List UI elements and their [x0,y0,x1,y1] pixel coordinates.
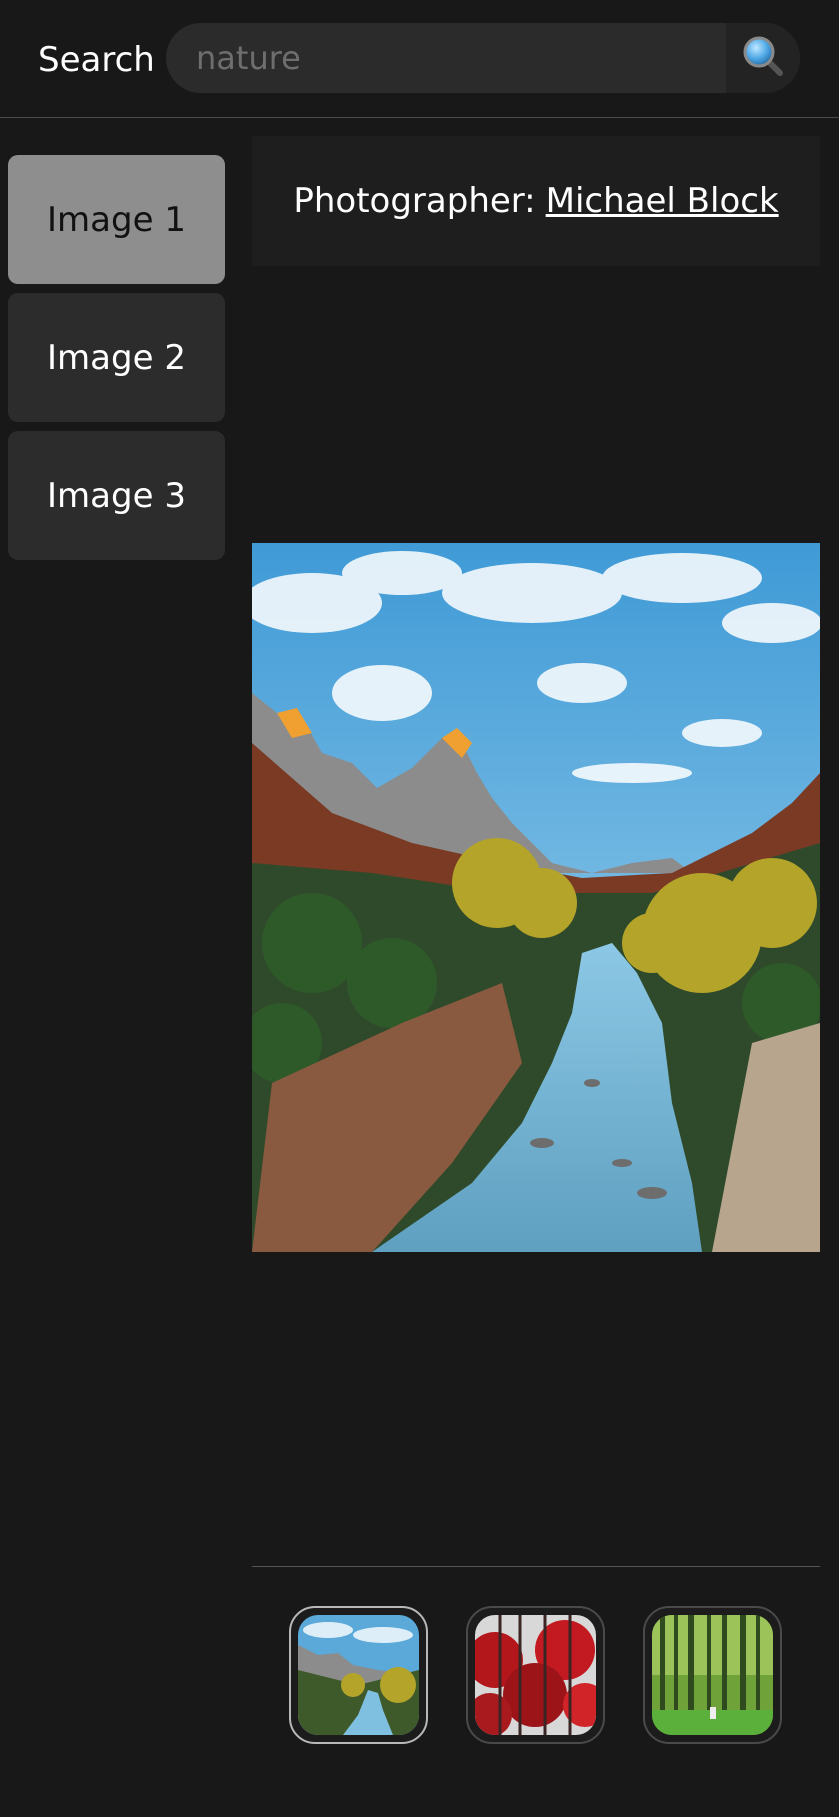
thumbnail-green-forest[interactable] [643,1606,782,1744]
thumbnail-divider [252,1566,820,1567]
sidebar-item-image-2[interactable]: Image 2 [8,293,225,422]
top-bar: Search [0,0,839,118]
main-photo [252,543,820,1252]
sidebar-item-label: Image 3 [47,475,186,516]
search-input[interactable] [166,23,726,93]
thumbnail-red-forest[interactable] [466,1606,605,1744]
sidebar-item-image-3[interactable]: Image 3 [8,431,225,560]
image-list: Image 1 Image 2 Image 3 [8,155,225,569]
search-button[interactable] [726,23,800,93]
search-label: Search [38,40,155,80]
photographer-link[interactable]: Michael Block [546,181,779,221]
sidebar-item-image-1[interactable]: Image 1 [8,155,225,284]
sidebar-item-label: Image 2 [47,337,186,378]
photographer-prefix: Photographer: [293,181,536,221]
photographer-credit: Photographer: Michael Block [252,136,820,266]
thumbnail-river[interactable] [289,1606,428,1744]
magnifier-icon [740,33,786,83]
search-box [166,23,800,93]
sidebar-item-label: Image 1 [47,199,186,240]
